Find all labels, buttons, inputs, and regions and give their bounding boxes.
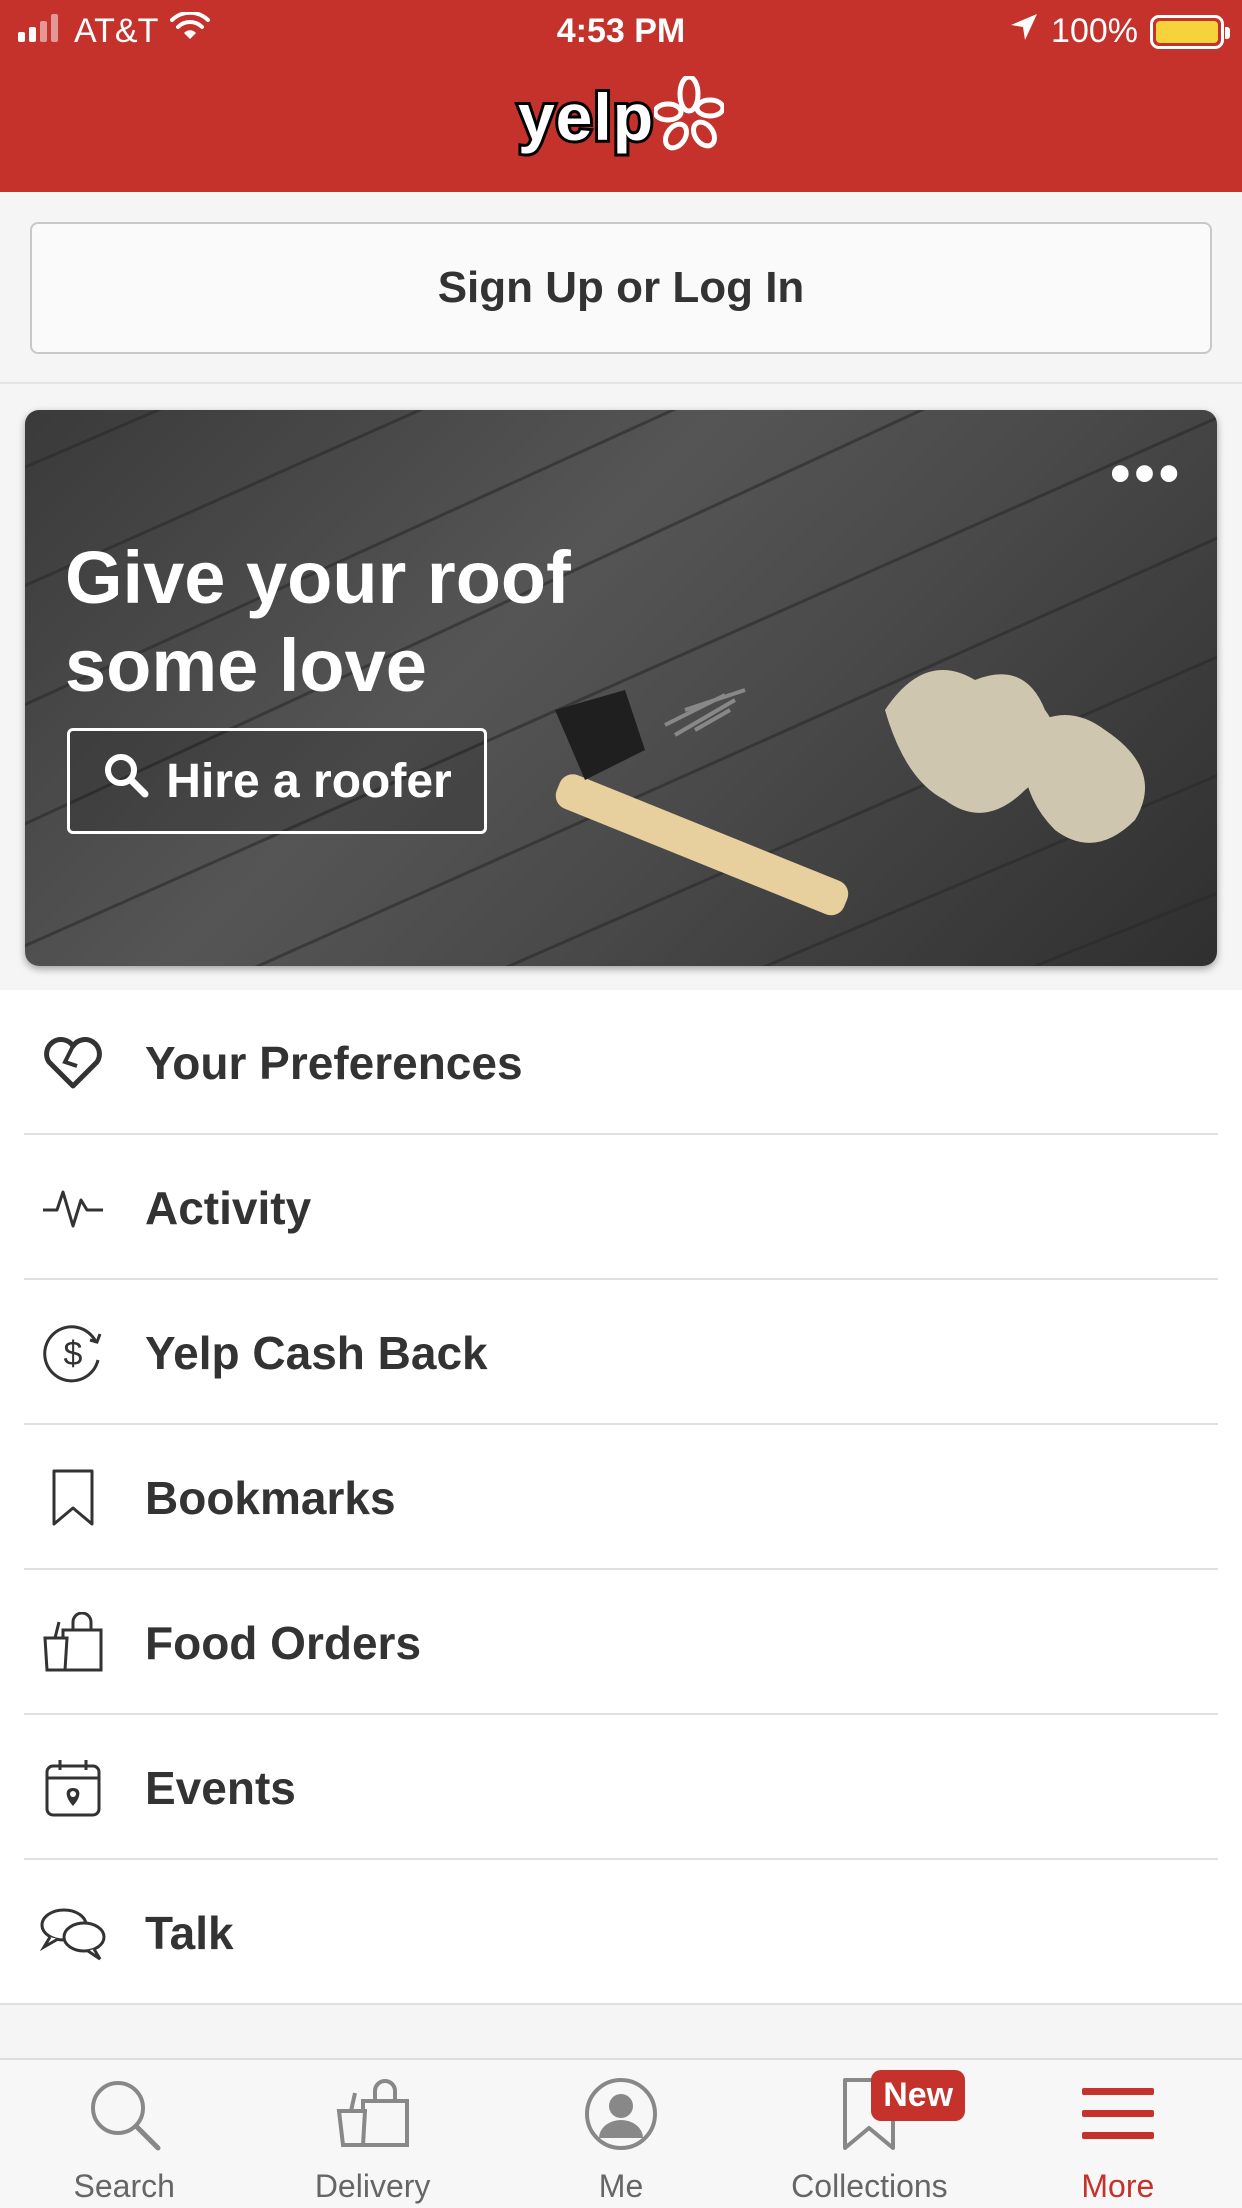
menu-item-activity[interactable]: Activity	[0, 1135, 1242, 1280]
menu-item-label: Your Preferences	[145, 1036, 523, 1089]
menu-item-label: Activity	[145, 1181, 312, 1234]
top-bar: AT&T 4:53 PM 100% yelp	[0, 0, 1242, 192]
tab-search[interactable]: Search	[0, 2060, 248, 2208]
menu-item-bookmarks[interactable]: Bookmarks	[0, 1425, 1242, 1570]
status-bar: AT&T 4:53 PM 100%	[0, 0, 1242, 62]
menu-item-label: Events	[145, 1761, 296, 1814]
battery-percent: 100%	[1051, 12, 1138, 50]
bookmark-icon	[0, 1425, 145, 1570]
new-badge: New	[871, 2070, 966, 2121]
calendar-icon	[0, 1715, 145, 1860]
hire-roofer-button[interactable]: Hire a roofer	[67, 728, 487, 834]
tab-more[interactable]: More	[994, 2060, 1242, 2208]
menu-item-your-preferences[interactable]: Your Preferences	[0, 990, 1242, 1135]
bottom-tab-bar: Search Delivery Me New Collections More	[0, 2058, 1242, 2208]
tab-label: Collections	[791, 2168, 948, 2204]
menu-item-talk[interactable]: Talk	[0, 1860, 1242, 2005]
promo-title: Give your roof some love	[65, 536, 571, 707]
profile-icon	[583, 2074, 659, 2154]
tab-label: Me	[598, 2168, 644, 2204]
yelp-logo: yelp	[0, 74, 1242, 157]
chat-bubbles-icon	[0, 1860, 145, 2005]
heart-icon	[0, 990, 145, 1135]
battery-icon	[1150, 14, 1230, 49]
pulse-icon	[0, 1135, 145, 1280]
menu-item-food-orders[interactable]: Food Orders	[0, 1570, 1242, 1715]
promo-card[interactable]: ••• Give your roof some love Hire a roof…	[25, 410, 1217, 966]
menu-item-label: Bookmarks	[145, 1471, 396, 1524]
cash-back-icon: $	[0, 1280, 145, 1425]
search-icon	[102, 751, 150, 811]
more-menu-list: Your Preferences Activity $ Yelp Cash Ba…	[0, 990, 1242, 2005]
menu-item-label: Food Orders	[145, 1616, 422, 1669]
location-arrow-icon	[1009, 12, 1039, 51]
menu-item-yelp-cash-back[interactable]: $ Yelp Cash Back	[0, 1280, 1242, 1425]
burst-icon	[652, 74, 726, 157]
search-icon	[86, 2074, 162, 2154]
food-bag-icon	[0, 1570, 145, 1715]
tab-label: Search	[73, 2168, 175, 2204]
svg-text:$: $	[63, 1335, 82, 1373]
menu-item-events[interactable]: Events	[0, 1715, 1242, 1860]
hamburger-icon	[1080, 2074, 1156, 2154]
delivery-bag-icon	[335, 2074, 411, 2154]
tab-me[interactable]: Me	[497, 2060, 745, 2208]
menu-item-label: Talk	[145, 1906, 234, 1959]
tab-delivery[interactable]: Delivery	[248, 2060, 496, 2208]
signup-section: Sign Up or Log In	[0, 192, 1242, 384]
signup-login-button[interactable]: Sign Up or Log In	[30, 222, 1212, 354]
tab-collections[interactable]: New Collections	[745, 2060, 993, 2208]
tab-label: Delivery	[314, 2168, 431, 2204]
logo-text: yelp	[515, 77, 656, 157]
more-options-button[interactable]: •••	[1110, 440, 1183, 507]
menu-item-label: Yelp Cash Back	[145, 1326, 488, 1379]
tab-label: More	[1081, 2168, 1155, 2204]
hire-roofer-label: Hire a roofer	[166, 754, 452, 808]
